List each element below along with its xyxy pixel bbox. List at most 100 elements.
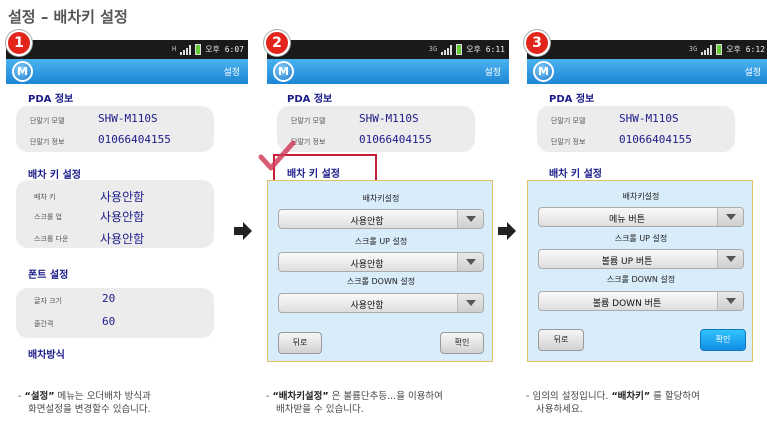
- next-arrow-icon: [498, 222, 516, 240]
- confirm-button[interactable]: 확인: [700, 329, 746, 351]
- clock: 오후 6:07: [205, 45, 244, 54]
- scroll-down-label: 스크롤 다운: [34, 235, 69, 243]
- caption-3: - 임의의 설정입니다. “배차키” 를 할당하여 사용하세요.: [526, 391, 700, 415]
- dispatch-panel[interactable]: 배차 키 사용안함 스크롤 업 사용안함 스크롤 다운 사용안함: [16, 180, 214, 248]
- chevron-down-icon: [457, 294, 483, 312]
- scroll-up-value: 볼륨 UP 버튼: [601, 257, 653, 267]
- caption-2-bold: “배차키설정”: [272, 391, 329, 402]
- scroll-up-value: 사용안함: [350, 260, 384, 270]
- step-badge-2: 2: [264, 30, 290, 56]
- checkmark-icon: [258, 140, 296, 171]
- back-button[interactable]: 뒤로: [538, 329, 584, 351]
- scroll-down-setting-label: 스크롤 DOWN 설정: [346, 277, 416, 286]
- scroll-up-dropdown[interactable]: 볼륨 UP 버튼: [538, 249, 744, 269]
- chevron-down-icon: [717, 250, 743, 268]
- caption-3-bold: “배차키”: [611, 391, 651, 402]
- chevron-down-icon: [717, 292, 743, 310]
- app-title: 설정: [223, 68, 240, 78]
- signal-icon: [701, 44, 713, 55]
- dispatch-key-value: 사용안함: [100, 190, 145, 204]
- section-dispatch-key: 배차 키 설정: [549, 169, 602, 180]
- app-bar: M 설정: [6, 59, 248, 84]
- page-title: 설정 – 배차키 설정: [8, 8, 128, 26]
- model-value: SHW-M110S: [619, 112, 679, 125]
- scroll-down-setting-label: 스크롤 DOWN 설정: [606, 275, 676, 284]
- signal-icon: [180, 44, 192, 55]
- network-icon: 3G: [428, 45, 438, 53]
- chevron-down-icon: [457, 253, 483, 271]
- key-setting-value: 사용안함: [350, 217, 384, 227]
- battery-icon: [456, 44, 463, 55]
- section-dispatch-method[interactable]: 배차방식: [28, 346, 65, 361]
- phone-value: 01066404155: [359, 133, 432, 146]
- dispatch-settings-dialog: 배차키설정 사용안함 스크롤 UP 설정 사용안함 스크롤 DOWN 설정 사용…: [267, 180, 493, 362]
- caption-1: - “설정” 메뉴는 오더배차 방식과 화면설정을 변경할수 있습니다.: [18, 391, 151, 415]
- step-badge-1: 1: [6, 30, 32, 56]
- scroll-up-setting-label: 스크롤 UP 설정: [614, 234, 668, 243]
- font-size-label: 글자 크기: [34, 297, 62, 305]
- clock: 오후 6:12: [726, 45, 765, 54]
- phone-label: 단말기 정보: [551, 138, 586, 146]
- phone-screen-2: 3G 오후 6:11 M 설정 PDA 정보 단말기 모델 SHW-M110S …: [267, 38, 509, 378]
- chevron-down-icon: [717, 208, 743, 226]
- phone-label: 단말기 정보: [291, 138, 326, 146]
- back-button[interactable]: 뒤로: [278, 332, 322, 354]
- section-pda-info: PDA 정보: [287, 94, 333, 105]
- key-setting-value: 메뉴 버튼: [609, 215, 645, 225]
- key-setting-label: 배차키설정: [622, 192, 660, 201]
- scroll-up-setting-label: 스크롤 UP 설정: [354, 237, 408, 246]
- phone-screen-3: 3G 오후 6:12 M 설정 PDA 정보 단말기 모델 SHW-M110S …: [527, 38, 767, 378]
- font-panel[interactable]: 글자 크기 20 줄간격 60: [16, 288, 214, 338]
- step-badge-3: 3: [524, 30, 550, 56]
- font-size-value: 20: [102, 292, 116, 305]
- scroll-up-dropdown[interactable]: 사용안함: [278, 252, 484, 272]
- next-arrow-icon: [234, 222, 252, 240]
- network-icon: 3G: [688, 45, 698, 53]
- app-logo-icon[interactable]: M: [533, 61, 554, 82]
- section-pda-info: PDA 정보: [28, 94, 74, 105]
- scroll-down-value: 볼륨 DOWN 버튼: [592, 299, 662, 309]
- status-bar: 3G 오후 6:12: [527, 40, 767, 59]
- dispatch-key-label: 배차 키: [34, 193, 56, 201]
- clock: 오후 6:11: [466, 45, 505, 54]
- phone-label: 단말기 정보: [30, 138, 65, 146]
- network-icon: H: [171, 45, 177, 53]
- status-bar: 3G 오후 6:11: [267, 40, 509, 59]
- pda-panel: 단말기 모델 SHW-M110S 단말기 정보 01066404155: [537, 106, 735, 152]
- battery-icon: [195, 44, 202, 55]
- phone-value: 01066404155: [98, 133, 171, 146]
- section-font: 폰트 설정: [28, 270, 69, 281]
- app-bar: M 설정: [527, 59, 767, 84]
- model-value: SHW-M110S: [359, 112, 419, 125]
- line-spacing-value: 60: [102, 315, 116, 328]
- phone-screen-1: H 오후 6:07 M 설정 PDA 정보 단말기 모델 SHW-M110S 단…: [6, 38, 248, 378]
- status-bar: H 오후 6:07: [6, 40, 248, 59]
- line-spacing-label: 줄간격: [34, 320, 54, 328]
- app-logo-icon[interactable]: M: [273, 61, 294, 82]
- key-setting-dropdown[interactable]: 사용안함: [278, 209, 484, 229]
- app-title: 설정: [484, 68, 501, 78]
- scroll-down-dropdown[interactable]: 사용안함: [278, 293, 484, 313]
- caption-2: - “배차키설정” 은 볼륨단추등...을 이용하여 배차받을 수 있습니다.: [266, 391, 443, 415]
- app-bar: M 설정: [267, 59, 509, 84]
- app-logo-icon[interactable]: M: [12, 61, 33, 82]
- pda-panel: 단말기 모델 SHW-M110S 단말기 정보 01066404155: [277, 106, 475, 152]
- signal-icon: [441, 44, 453, 55]
- model-label: 단말기 모델: [551, 117, 586, 125]
- section-dispatch-key: 배차 키 설정: [28, 170, 81, 181]
- scroll-down-value: 사용안함: [350, 301, 384, 311]
- confirm-button[interactable]: 확인: [440, 332, 484, 354]
- scroll-up-value: 사용안함: [100, 210, 145, 224]
- phone-value: 01066404155: [619, 133, 692, 146]
- scroll-down-dropdown[interactable]: 볼륨 DOWN 버튼: [538, 291, 744, 311]
- chevron-down-icon: [457, 210, 483, 228]
- model-label: 단말기 모델: [30, 117, 65, 125]
- scroll-down-value: 사용안함: [100, 232, 145, 246]
- app-title: 설정: [744, 68, 761, 78]
- dispatch-settings-dialog: 배차키설정 메뉴 버튼 스크롤 UP 설정 볼륨 UP 버튼 스크롤 DOWN …: [527, 180, 753, 362]
- battery-icon: [716, 44, 723, 55]
- scroll-up-label: 스크롤 업: [34, 213, 62, 221]
- section-pda-info: PDA 정보: [549, 94, 595, 105]
- key-setting-dropdown[interactable]: 메뉴 버튼: [538, 207, 744, 227]
- model-label: 단말기 모델: [291, 117, 326, 125]
